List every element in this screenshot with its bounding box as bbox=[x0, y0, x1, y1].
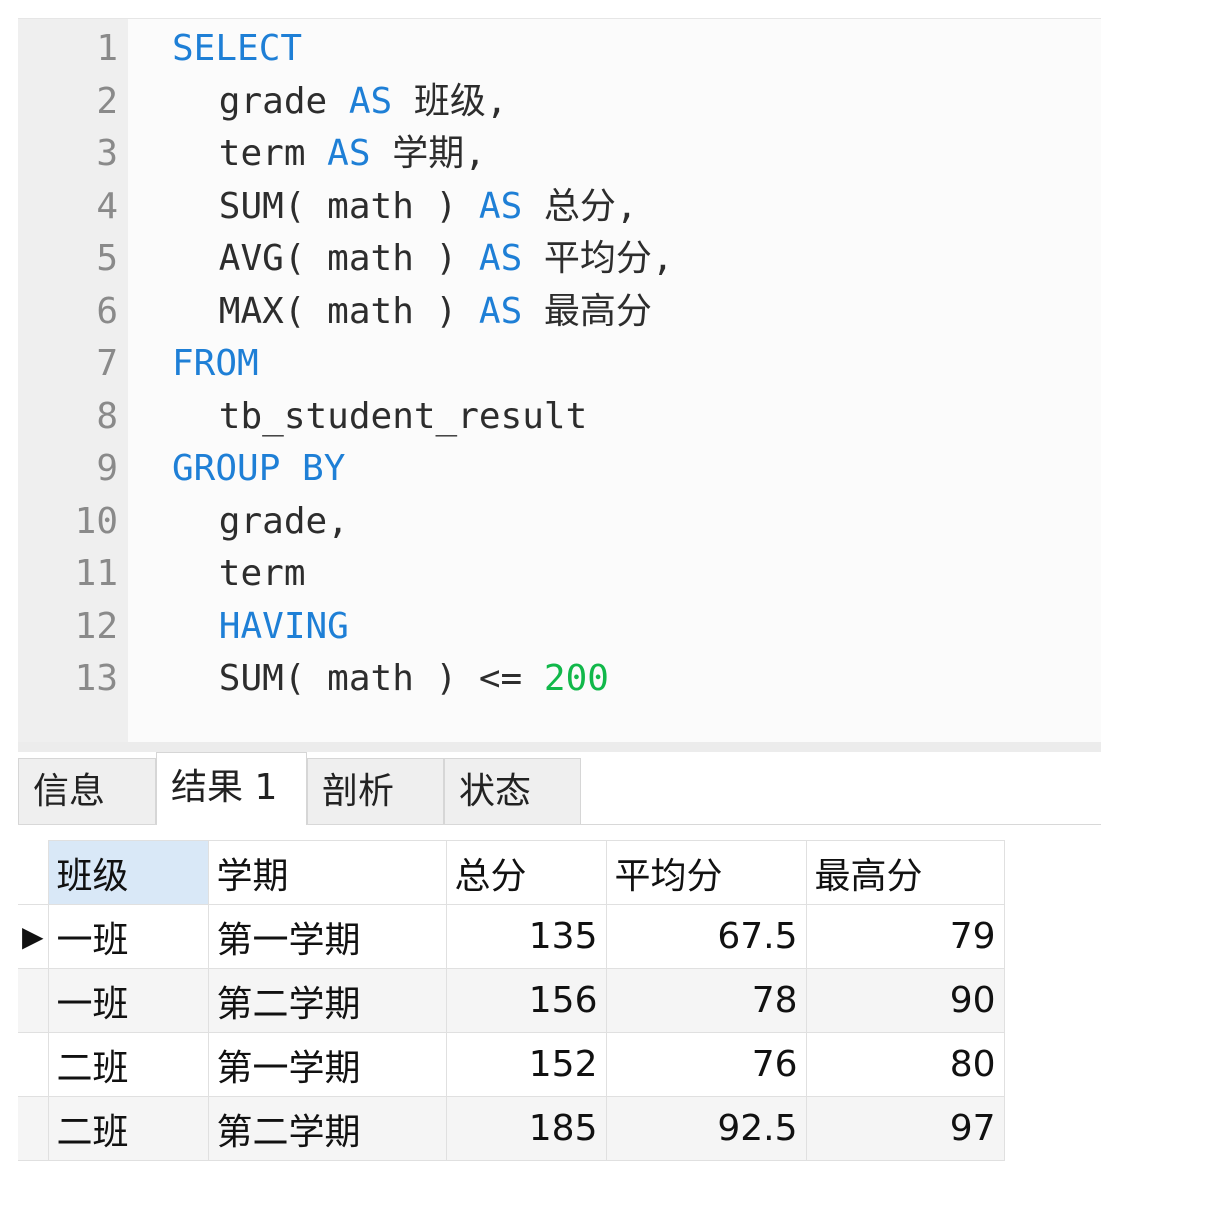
sql-keyword: AS bbox=[348, 80, 393, 122]
sql-keyword: GROUP BY bbox=[172, 448, 346, 489]
tab-status[interactable]: 状态 bbox=[444, 758, 581, 824]
sql-text: term bbox=[218, 553, 306, 594]
result-grid: 班级 学期 总分 平均分 最高分 ▶ 一班 第一学期 135 67.5 79 一… bbox=[18, 840, 1005, 1161]
sql-text: grade bbox=[218, 80, 349, 122]
sql-text: 学期, bbox=[370, 133, 486, 174]
code-line: GROUP BY bbox=[172, 443, 345, 495]
cell-term[interactable]: 第二学期 bbox=[208, 1096, 447, 1161]
code-line: SUM( math ) AS 总分, bbox=[219, 181, 638, 233]
code-area[interactable]: SELECT grade AS 班级, term AS 学期, SUM( math )… bbox=[128, 19, 1101, 743]
code-line: AVG( math ) AS 平均分, bbox=[219, 233, 674, 285]
table-row[interactable]: 一班 第二学期 156 78 90 bbox=[18, 968, 1005, 1033]
code-line: grade AS 班级, bbox=[219, 76, 508, 128]
sql-keyword: AS bbox=[478, 238, 523, 279]
line-number: 9 bbox=[96, 448, 118, 489]
column-header-total[interactable]: 总分 bbox=[446, 840, 607, 905]
sql-text: term bbox=[218, 133, 328, 174]
code-line: SELECT bbox=[172, 23, 302, 75]
code-line: grade, bbox=[219, 496, 349, 548]
cell-average[interactable]: 67.5 bbox=[606, 904, 807, 969]
sql-keyword: SELECT bbox=[172, 28, 303, 69]
sql-text: 平均分, bbox=[522, 238, 674, 279]
sql-keyword: AS bbox=[478, 290, 523, 332]
table-row[interactable]: 二班 第二学期 185 92.5 97 bbox=[18, 1096, 1005, 1161]
sql-keyword: HAVING bbox=[218, 605, 349, 647]
line-number: 7 bbox=[96, 343, 118, 384]
current-row-indicator-icon: ▶ bbox=[18, 904, 49, 969]
header-row: 班级 学期 总分 平均分 最高分 bbox=[18, 840, 1005, 905]
sql-text: tb_student_result bbox=[218, 395, 588, 437]
row-indicator bbox=[18, 1032, 49, 1097]
code-line: SUM( math ) <= 200 bbox=[219, 653, 609, 705]
line-number: 5 bbox=[96, 238, 118, 279]
line-number: 3 bbox=[96, 133, 118, 174]
cell-total[interactable]: 152 bbox=[446, 1032, 607, 1097]
column-header-term[interactable]: 学期 bbox=[208, 840, 447, 905]
sql-text: 最高分 bbox=[522, 290, 652, 332]
tab-result-1[interactable]: 结果 1 bbox=[156, 752, 307, 825]
cell-max[interactable]: 79 bbox=[806, 904, 1005, 969]
sql-keyword: AS bbox=[478, 185, 523, 227]
cell-class[interactable]: 一班 bbox=[48, 968, 209, 1033]
sql-keyword: FROM bbox=[172, 343, 259, 384]
sql-number: 200 bbox=[543, 658, 609, 699]
table-row[interactable]: 二班 第一学期 152 76 80 bbox=[18, 1032, 1005, 1097]
line-number: 13 bbox=[74, 658, 118, 699]
sql-text: SUM( math ) bbox=[218, 185, 479, 227]
code-line: FROM bbox=[172, 338, 259, 390]
column-header-class[interactable]: 班级 bbox=[48, 840, 209, 905]
cell-class[interactable]: 二班 bbox=[48, 1032, 209, 1097]
row-indicator bbox=[18, 1096, 49, 1161]
table-row[interactable]: ▶ 一班 第一学期 135 67.5 79 bbox=[18, 904, 1005, 969]
code-line: tb_student_result bbox=[219, 391, 587, 443]
cell-term[interactable]: 第一学期 bbox=[208, 1032, 447, 1097]
cell-total[interactable]: 135 bbox=[446, 904, 607, 969]
cell-max[interactable]: 80 bbox=[806, 1032, 1005, 1097]
line-number: 1 bbox=[96, 28, 118, 69]
tab-info[interactable]: 信息 bbox=[18, 758, 156, 824]
line-number: 10 bbox=[74, 500, 118, 542]
line-number: 2 bbox=[96, 80, 118, 122]
sql-text: grade, bbox=[218, 500, 349, 542]
column-header-max[interactable]: 最高分 bbox=[806, 840, 1005, 905]
sql-text: 总分, bbox=[522, 185, 638, 227]
column-header-average[interactable]: 平均分 bbox=[606, 840, 807, 905]
result-tabs: 信息 结果 1 剖析 状态 bbox=[18, 752, 1101, 825]
line-number: 4 bbox=[96, 185, 118, 227]
line-number: 12 bbox=[74, 605, 118, 647]
code-line: MAX( math ) AS 最高分 bbox=[219, 286, 652, 338]
cell-class[interactable]: 一班 bbox=[48, 904, 209, 969]
sql-text: MAX( math ) bbox=[218, 290, 479, 332]
code-line: term AS 学期, bbox=[219, 128, 486, 180]
code-line: HAVING bbox=[219, 601, 349, 653]
cell-max[interactable]: 97 bbox=[806, 1096, 1005, 1161]
header-corner bbox=[18, 840, 49, 905]
tab-profile[interactable]: 剖析 bbox=[307, 758, 444, 824]
sql-text: SUM( math ) <= bbox=[218, 658, 544, 699]
cell-total[interactable]: 185 bbox=[446, 1096, 607, 1161]
cell-average[interactable]: 78 bbox=[606, 968, 807, 1033]
cell-class[interactable]: 二班 bbox=[48, 1096, 209, 1161]
cell-average[interactable]: 76 bbox=[606, 1032, 807, 1097]
cell-average[interactable]: 92.5 bbox=[606, 1096, 807, 1161]
code-line: term bbox=[219, 548, 306, 600]
cell-term[interactable]: 第一学期 bbox=[208, 904, 447, 969]
sql-keyword: AS bbox=[327, 133, 371, 174]
cell-term[interactable]: 第二学期 bbox=[208, 968, 447, 1033]
cell-total[interactable]: 156 bbox=[446, 968, 607, 1033]
sql-editor[interactable]: 1 2 3 4 5 6 7 8 9 10 11 12 13 SELECT grade AS 班级, term… bbox=[18, 18, 1101, 743]
sql-text: 班级, bbox=[392, 80, 508, 122]
line-number-gutter: 1 2 3 4 5 6 7 8 9 10 11 12 13 bbox=[18, 19, 128, 743]
splitter[interactable] bbox=[18, 742, 1101, 752]
line-number: 11 bbox=[74, 553, 118, 594]
sql-text: AVG( math ) bbox=[218, 238, 479, 279]
row-indicator bbox=[18, 968, 49, 1033]
line-number: 8 bbox=[96, 395, 118, 437]
line-number: 6 bbox=[96, 290, 118, 332]
cell-max[interactable]: 90 bbox=[806, 968, 1005, 1033]
